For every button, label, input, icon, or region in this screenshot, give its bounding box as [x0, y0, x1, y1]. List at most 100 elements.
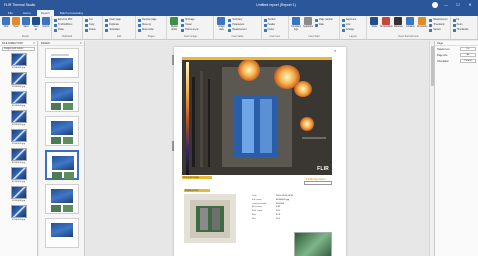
pages-title: PAGES: [41, 41, 50, 45]
alignment-button[interactable]: Alignment: [341, 18, 356, 22]
ribbon-button-label: Duplicate: [109, 24, 119, 26]
ribbon-group-label: Layout: [349, 35, 357, 38]
file-thumbnail[interactable]: FLIR0001.jpg: [3, 53, 34, 69]
folder-select[interactable]: Images and videos: [2, 47, 35, 51]
timestamp-button[interactable]: Timestamp: [429, 23, 447, 27]
photo-thumbnail[interactable]: [294, 232, 332, 256]
word-button[interactable]: To Word/Docx: [54, 23, 72, 27]
close-button[interactable]: ✕: [466, 2, 474, 8]
property-field[interactable]: On: [460, 47, 476, 51]
breaker-column: [260, 99, 272, 153]
close-icon[interactable]: ✕: [334, 49, 337, 53]
digital-photo[interactable]: [184, 194, 236, 243]
thermal-thumbnail-image: [10, 53, 27, 66]
file-directory-header: FILE DIRECTORY ✕: [0, 41, 37, 46]
thermal-image[interactable]: FLIR: [182, 57, 332, 175]
file-name: FLIR0001.jpg: [11, 67, 26, 69]
ir-image-button[interactable]: IR Image: [181, 18, 198, 22]
property-label: Header text: [437, 47, 450, 51]
grid-button[interactable]: Grid: [341, 23, 356, 27]
ribbon-button-label: Thumbnails: [456, 29, 469, 31]
insert-page-button[interactable]: Insert page: [105, 18, 121, 22]
page-number-button[interactable]: Page number: [315, 18, 333, 22]
ribbon-button-label: Export to PDF: [58, 19, 73, 21]
properties-list: Header text On Page size A4 Orientation Portr…: [435, 46, 478, 64]
move-up-button[interactable]: Move up: [138, 23, 156, 27]
ribbon-button-label: Distance: [393, 26, 403, 28]
cut-button[interactable]: Cut: [85, 18, 96, 22]
remove-page-button[interactable]: Remove page: [138, 18, 156, 22]
ribbon-button-label: Timestamp: [433, 24, 445, 26]
header-button[interactable]: Header: [263, 23, 276, 27]
parameters-button[interactable]: Parameters: [228, 23, 246, 27]
measurement2-button[interactable]: Measurement: [429, 18, 447, 22]
page-thumbnail[interactable]: [44, 184, 79, 214]
page-properties-panel: Page Header text On Page size A4 Orientation…: [434, 41, 478, 256]
text-box[interactable]: [304, 181, 332, 185]
file-thumbnail[interactable]: FLIR0008.jpg: [3, 186, 34, 202]
paste-button[interactable]: Paste: [54, 28, 72, 32]
ribbon-group: Cut Copy Delete: [83, 16, 104, 39]
ribbon-group-label: Clipboard: [61, 35, 73, 38]
property-field[interactable]: Portrait: [460, 59, 476, 63]
ribbon-small-buttons: Fit Zoom Thumbnails: [452, 17, 469, 39]
footer-button[interactable]: Footer: [263, 28, 276, 32]
ribbon-button-label: Textbox: [267, 19, 276, 21]
page-thumbnail[interactable]: [44, 116, 79, 146]
zoom-button[interactable]: Zoom: [452, 23, 469, 27]
ribbon-button-label: Grid: [345, 24, 351, 26]
remove-page-icon: [138, 18, 142, 22]
property-field[interactable]: A4: [460, 53, 476, 57]
sensor-button[interactable]: Sensor: [429, 28, 447, 32]
ribbon-group-label: Edit: [117, 35, 122, 38]
page-thumbnail[interactable]: [44, 218, 79, 248]
file-thumbnail[interactable]: FLIR0007.jpg: [3, 167, 34, 183]
pip-button[interactable]: Picture-in-pic: [181, 28, 199, 32]
file-thumbnail[interactable]: FLIR0006.jpg: [3, 148, 34, 164]
maximize-button[interactable]: ☐: [454, 2, 462, 8]
file-thumbnail[interactable]: FLIR0002.jpg: [3, 72, 34, 88]
arrange-button[interactable]: Arrange: [341, 28, 356, 32]
thermal-thumbnail-image: [10, 110, 27, 123]
ribbon-button-label: Summary: [232, 19, 243, 21]
ribbon-group: Textbox Header Footer Insert text: [262, 16, 290, 39]
summary-button[interactable]: Summary: [228, 18, 246, 22]
file-thumbnail[interactable]: FLIR0004.jpg: [3, 110, 34, 126]
file-thumbnail[interactable]: FLIR0005.jpg: [3, 129, 34, 145]
ribbon-group: Insert page Duplicate Templates Edit: [103, 16, 137, 39]
move-down-button[interactable]: Move down: [138, 28, 156, 32]
page-thumbnail-photo: [62, 103, 73, 110]
date-button[interactable]: Date: [315, 23, 333, 27]
visual-button[interactable]: Visual: [181, 23, 198, 27]
minimize-button[interactable]: —: [442, 2, 450, 8]
pdf-button[interactable]: Export to PDF: [54, 18, 72, 22]
duplicate-button[interactable]: Duplicate: [105, 23, 121, 27]
property-row: Orientation Portrait: [435, 58, 478, 64]
page-thumbnail-selected[interactable]: [44, 150, 79, 180]
ribbon-group: Fit Zoom Thumbnails: [451, 16, 478, 39]
hotspot: [238, 59, 260, 81]
ribbon-button-label: Footer: [267, 29, 275, 31]
templates-button[interactable]: Templates: [105, 28, 121, 32]
measurement-button[interactable]: Measurement: [228, 28, 246, 32]
hotspot: [300, 117, 314, 131]
ribbon-button-label: Temperature: [379, 26, 393, 28]
alignment-icon: [341, 18, 345, 22]
close-icon[interactable]: ✕: [79, 41, 82, 45]
page-thumbnail[interactable]: [44, 82, 79, 112]
ribbon-group: Scale Temperature Distance Location Emissivi…: [367, 16, 451, 39]
page-thumbnail[interactable]: [44, 48, 79, 78]
copy-button[interactable]: Copy: [85, 23, 96, 27]
fit-button[interactable]: Fit: [452, 18, 469, 22]
file-thumbnail[interactable]: FLIR0003.jpg: [3, 91, 34, 107]
ribbon-button-label: Move up: [142, 24, 151, 26]
delete-button[interactable]: Delete: [85, 28, 96, 32]
file-list: FLIR0001.jpg FLIR0002.jpg FLIR0003.jpg FLIR…: [0, 52, 37, 222]
textbox-button[interactable]: Textbox: [263, 18, 276, 22]
page-thumbnails: [39, 46, 84, 250]
file-thumbnail[interactable]: FLIR0009.jpg: [3, 205, 34, 221]
close-icon[interactable]: ✕: [32, 41, 35, 45]
account-icon[interactable]: [432, 1, 438, 8]
thumbnails-button[interactable]: Thumbnails: [452, 28, 469, 32]
date-icon: [315, 23, 319, 27]
